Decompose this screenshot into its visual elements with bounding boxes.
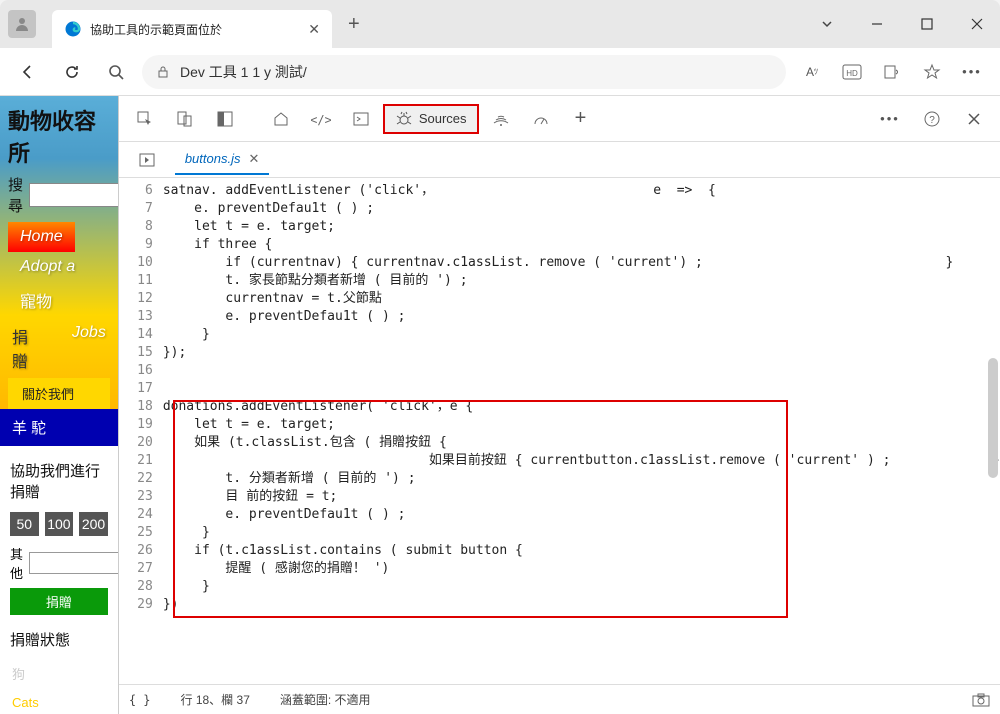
new-tab-button[interactable]: + [342,7,366,42]
dock-icon[interactable] [207,101,243,137]
cursor-position: 行 18、欄 37 [181,691,250,708]
read-aloud-icon[interactable] [874,54,910,90]
minimize-button[interactable] [854,4,900,44]
other-label: 其他 [10,544,23,582]
status-item[interactable]: 狗 [0,658,118,689]
help-icon[interactable]: ? [914,101,950,137]
main-nav: Home Adopt a 寵物 捐贈 Jobs 關於我們 [8,222,110,409]
welcome-tab-icon[interactable] [263,101,299,137]
sources-tab[interactable]: Sources [383,104,479,134]
site-title: 動物收容所 [8,102,110,174]
nav-pets[interactable]: 寵物 [8,282,64,318]
file-tab-close-icon[interactable]: ✕ [248,151,259,167]
text-size-icon[interactable]: Aﾂ [794,54,830,90]
file-tab-buttons-js[interactable]: buttons.js ✕ [175,145,270,175]
nav-adopt[interactable]: Adopt a [8,252,87,282]
devtools-close-button[interactable] [956,101,992,137]
browser-toolbar: Dev 工具 1 1 y 測試/ Aﾂ HD ••• [0,48,1000,96]
file-tab-label: buttons.js [185,151,241,166]
device-icon[interactable] [167,101,203,137]
inspect-icon[interactable] [127,101,163,137]
svg-text:?: ? [929,115,935,126]
network-tab-icon[interactable] [483,101,519,137]
amount-50[interactable]: 50 [10,512,39,536]
status-heading: 捐贈狀態 [0,629,118,658]
url-text: Dev 工具 1 1 y 測試/ [180,62,307,82]
search-input[interactable] [29,183,118,207]
vertical-scrollbar[interactable] [988,358,998,478]
screenshot-icon[interactable] [972,693,990,707]
status-item[interactable]: Cats [0,689,118,714]
line-gutter: 6789101112131415161718192021222324252627… [119,182,163,614]
search-label: 搜尋 [8,174,23,216]
hd-icon[interactable]: HD [834,54,870,90]
console-tab-icon[interactable] [343,101,379,137]
tab-title: 協助工具的示範頁面位於 [90,21,300,38]
more-button[interactable]: ••• [954,54,990,90]
nav-donate[interactable]: 捐贈 [8,318,40,378]
elements-tab-icon[interactable]: </> [303,101,339,137]
highlight-box [173,400,788,618]
svg-text:HD: HD [846,69,858,78]
status-list: 狗 Cats 家畜 Small Pets 其他 [0,658,118,714]
browser-tab[interactable]: 協助工具的示範頁面位於 ✕ [52,10,332,48]
amount-100[interactable]: 100 [45,512,74,536]
amount-200[interactable]: 200 [79,512,108,536]
devtools-more-button[interactable]: ••• [872,101,908,137]
navigator-toggle-icon[interactable] [129,142,165,178]
back-button[interactable] [10,54,46,90]
rendered-page: 動物收容所 搜尋 go Home Adopt a 寵物 捐贈 Jobs 關於我們… [0,96,118,714]
devtools-tab-bar: </> Sources + ••• ? [119,96,1000,142]
tab-close-button[interactable]: ✕ [308,21,320,38]
sources-label: Sources [419,111,467,126]
maximize-button[interactable] [904,4,950,44]
lock-icon [156,65,170,79]
other-amount-input[interactable] [29,552,118,574]
donate-submit-button[interactable]: 捐贈 [10,588,108,615]
edge-icon [64,20,82,38]
svg-text:</>: </> [311,113,331,126]
nav-home[interactable]: Home [8,222,75,252]
devtools-panel: </> Sources + ••• ? buttons.js ✕ [118,96,1000,714]
address-bar[interactable]: Dev 工具 1 1 y 測試/ [142,55,786,89]
caret-down-icon[interactable] [804,4,850,44]
add-tab-button[interactable]: + [563,101,599,137]
close-window-button[interactable] [954,4,1000,44]
refresh-button[interactable] [54,54,90,90]
format-icon[interactable]: { } [129,693,151,707]
bug-icon [395,110,413,128]
coverage-status: 涵蓋範圍: 不適用 [280,691,371,708]
sheep-item[interactable]: 羊 駝 [0,409,118,446]
file-tab-bar: buttons.js ✕ [119,142,1000,178]
donate-heading: 協助我們進行捐贈 [10,460,108,502]
search-button[interactable] [98,54,134,90]
person-icon [14,16,30,32]
nav-about[interactable]: 關於我們 [8,378,110,409]
code-editor[interactable]: 6789101112131415161718192021222324252627… [119,178,1000,684]
window-titlebar: 協助工具的示範頁面位於 ✕ + [0,0,1000,48]
performance-tab-icon[interactable] [523,101,559,137]
profile-avatar[interactable] [8,10,36,38]
devtools-statusbar: { } 行 18、欄 37 涵蓋範圍: 不適用 [119,684,1000,714]
nav-jobs[interactable]: Jobs [60,318,118,378]
favorite-icon[interactable] [914,54,950,90]
